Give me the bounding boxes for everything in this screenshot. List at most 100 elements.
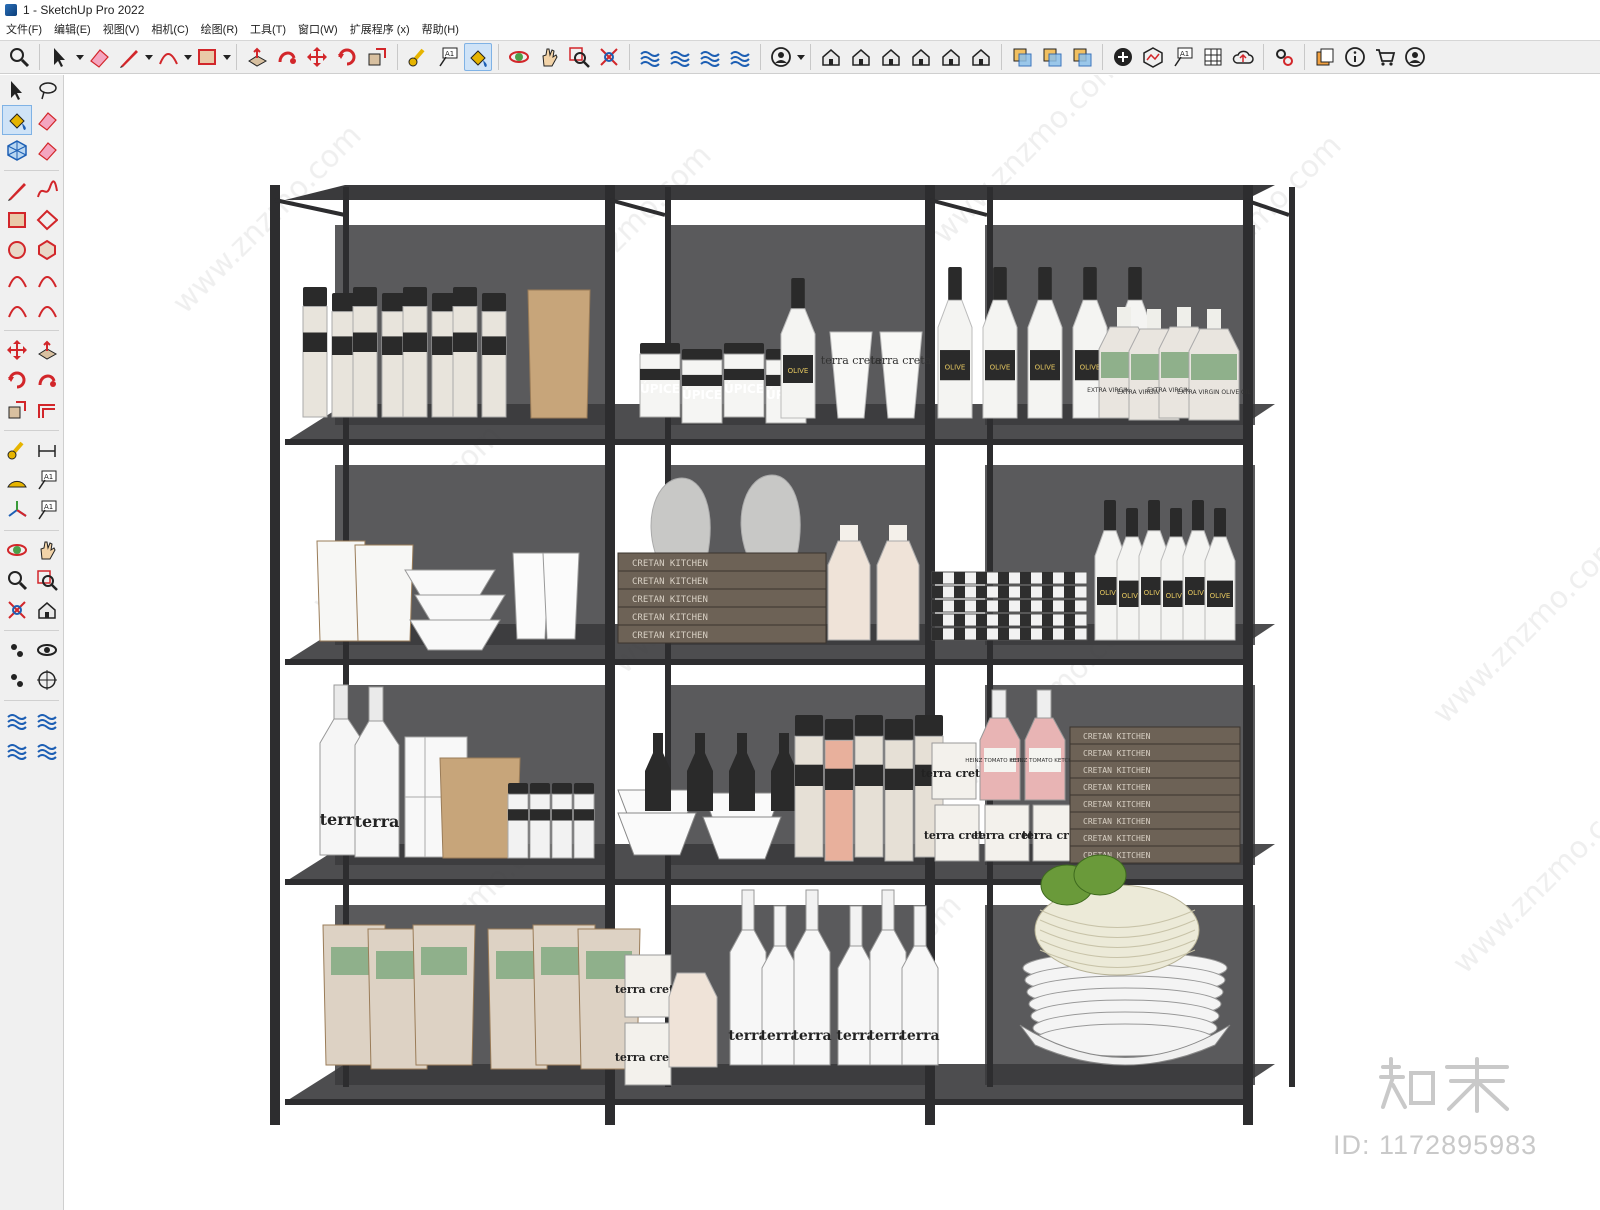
menu-camera[interactable]: 相机(C) <box>145 20 194 40</box>
menu-window[interactable]: 窗口(W) <box>292 20 344 40</box>
photo-textures-icon[interactable]: A1 <box>1169 43 1197 71</box>
chevron-down-icon[interactable] <box>222 43 231 71</box>
towel-stripe <box>954 572 965 584</box>
move-icon[interactable] <box>303 43 331 71</box>
chevron-down-icon[interactable] <box>183 43 192 71</box>
menu-draw[interactable]: 绘图(R) <box>195 20 244 40</box>
move-icon[interactable] <box>2 335 32 365</box>
zoom-window-icon[interactable] <box>565 43 593 71</box>
cloud-upload-icon[interactable] <box>1229 43 1257 71</box>
walk-icon[interactable] <box>2 665 32 695</box>
zoom-icon[interactable] <box>2 565 32 595</box>
sandbox-from-scratch-icon[interactable] <box>666 43 694 71</box>
menu-extensions[interactable]: 扩展程序 (x) <box>344 20 416 40</box>
text-label-icon[interactable]: A1 <box>434 43 462 71</box>
3d-warehouse-icon[interactable] <box>1199 43 1227 71</box>
eraser-icon[interactable] <box>85 43 113 71</box>
menu-help[interactable]: 帮助(H) <box>416 20 465 40</box>
follow-me-icon[interactable] <box>32 365 62 395</box>
follow-me-icon[interactable] <box>273 43 301 71</box>
zoom-extents-icon[interactable] <box>595 43 623 71</box>
eraser-icon[interactable] <box>32 105 62 135</box>
polygon-icon[interactable] <box>32 235 62 265</box>
tag-eraser-icon[interactable] <box>32 135 62 165</box>
chevron-down-icon[interactable] <box>796 43 805 71</box>
chevron-down-icon[interactable] <box>75 43 84 71</box>
component-icon[interactable] <box>2 135 32 165</box>
select-icon[interactable] <box>46 43 74 71</box>
position-camera-icon[interactable] <box>2 635 32 665</box>
push-pull-icon[interactable] <box>243 43 271 71</box>
sandbox-scratch-icon[interactable] <box>32 705 62 735</box>
chevron-down-icon[interactable] <box>144 43 153 71</box>
rotated-rectangle-icon[interactable] <box>32 205 62 235</box>
orbit-icon[interactable] <box>505 43 533 71</box>
profile-icon[interactable] <box>1401 43 1429 71</box>
offset-icon[interactable] <box>32 395 62 425</box>
three-point-arc-icon[interactable] <box>2 295 32 325</box>
dimension-icon[interactable] <box>32 435 62 465</box>
look-around-icon[interactable] <box>32 635 62 665</box>
smoove-icon[interactable] <box>2 735 32 765</box>
stamp-icon[interactable] <box>32 735 62 765</box>
shop-icon[interactable] <box>1371 43 1399 71</box>
stamp-icon[interactable] <box>726 43 754 71</box>
zoom-extents-icon[interactable] <box>2 595 32 625</box>
axes-icon[interactable] <box>2 495 32 525</box>
pan-icon[interactable] <box>32 535 62 565</box>
arc-icon[interactable] <box>2 265 32 295</box>
paint-bucket-icon[interactable] <box>464 43 492 71</box>
rectangle-icon[interactable] <box>2 205 32 235</box>
freehand-icon[interactable] <box>32 175 62 205</box>
menu-tools[interactable]: 工具(T) <box>244 20 292 40</box>
menu-edit[interactable]: 编辑(E) <box>48 20 97 40</box>
smoove-icon[interactable] <box>696 43 724 71</box>
user-account-icon[interactable] <box>767 43 795 71</box>
outer-shell-icon[interactable] <box>1038 43 1066 71</box>
pie-icon[interactable] <box>32 295 62 325</box>
add-location-icon[interactable] <box>1109 43 1137 71</box>
text-icon[interactable]: A1 <box>32 465 62 495</box>
scale-icon[interactable] <box>2 395 32 425</box>
pencil-line-icon[interactable] <box>115 43 143 71</box>
paint-bucket-icon[interactable] <box>2 105 32 135</box>
solid-inspector-icon[interactable] <box>1008 43 1036 71</box>
lasso-icon[interactable] <box>32 75 62 105</box>
iso-view-icon[interactable] <box>817 43 845 71</box>
push-pull-icon[interactable] <box>32 335 62 365</box>
sandbox-contours-icon[interactable] <box>2 705 32 735</box>
scale-icon[interactable] <box>363 43 391 71</box>
rectangle-icon[interactable] <box>193 43 221 71</box>
toggle-terrain-icon[interactable] <box>1139 43 1167 71</box>
right-view-icon[interactable] <box>907 43 935 71</box>
two-point-arc-icon[interactable] <box>32 265 62 295</box>
rotate-icon[interactable] <box>333 43 361 71</box>
arc-icon[interactable] <box>154 43 182 71</box>
extension-manager-icon[interactable] <box>1270 43 1298 71</box>
layout-icon[interactable] <box>1311 43 1339 71</box>
drawing-viewport[interactable]: www.znzmo.com www.znzmo.com www.znzmo.com w… <box>65 75 1600 1210</box>
previous-view-icon[interactable] <box>32 595 62 625</box>
line-icon[interactable] <box>2 175 32 205</box>
info-icon[interactable] <box>1341 43 1369 71</box>
rotate-icon[interactable] <box>2 365 32 395</box>
zoom-icon[interactable] <box>5 43 33 71</box>
select-icon[interactable] <box>2 75 32 105</box>
menu-view[interactable]: 视图(V) <box>97 20 146 40</box>
zoom-window-icon[interactable] <box>32 565 62 595</box>
tape-measure-icon[interactable] <box>2 435 32 465</box>
section-plane-icon[interactable] <box>32 665 62 695</box>
front-view-icon[interactable] <box>877 43 905 71</box>
sandbox-from-contours-icon[interactable] <box>636 43 664 71</box>
pan-icon[interactable] <box>535 43 563 71</box>
orbit-icon[interactable] <box>2 535 32 565</box>
intersect-icon[interactable] <box>1068 43 1096 71</box>
menu-file[interactable]: 文件(F) <box>0 20 48 40</box>
top-view-icon[interactable] <box>847 43 875 71</box>
protractor-icon[interactable] <box>2 465 32 495</box>
circle-icon[interactable] <box>2 235 32 265</box>
left-view-icon[interactable] <box>967 43 995 71</box>
3d-text-icon[interactable]: A1 <box>32 495 62 525</box>
tape-measure-icon[interactable] <box>404 43 432 71</box>
back-view-icon[interactable] <box>937 43 965 71</box>
